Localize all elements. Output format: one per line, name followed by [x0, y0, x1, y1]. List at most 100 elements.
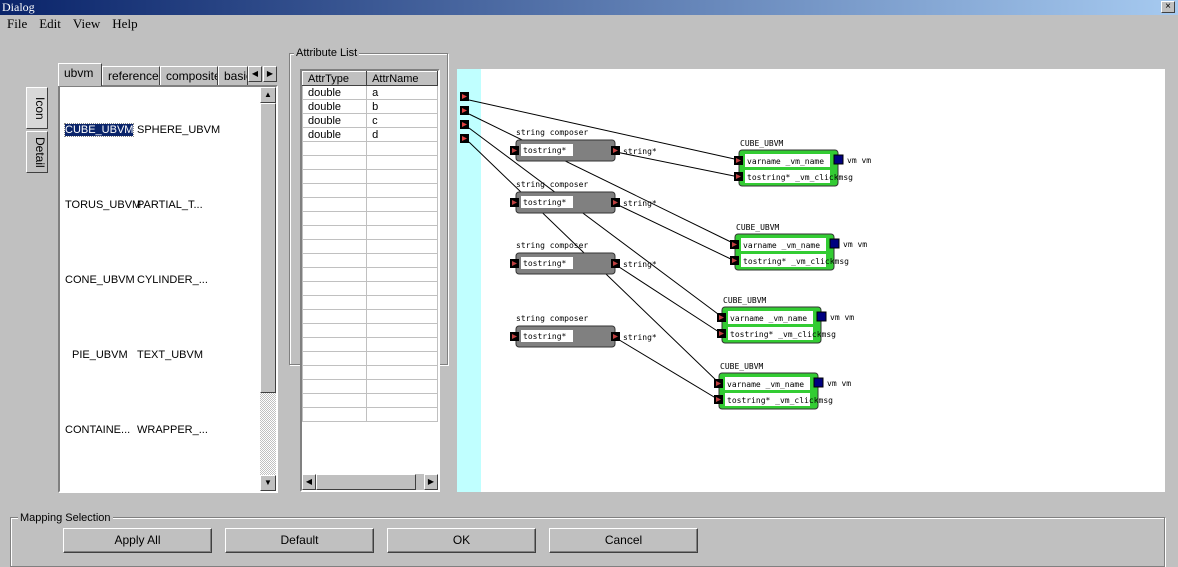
scroll-right-button[interactable]: ▶ — [424, 474, 438, 490]
column-header-attrname[interactable]: AttrName — [366, 71, 438, 86]
table-row[interactable] — [302, 183, 438, 198]
tab-detail[interactable]: Detail — [26, 131, 48, 173]
table-row[interactable] — [302, 281, 438, 296]
table-cell — [366, 239, 438, 254]
table-row[interactable] — [302, 267, 438, 282]
table-cell — [302, 393, 368, 408]
table-cell: double — [302, 113, 368, 128]
tab-scroll-left-button[interactable]: ◀ — [248, 66, 262, 82]
table-cell: c — [366, 113, 438, 128]
table-row[interactable] — [302, 379, 438, 394]
hscroll-thumb[interactable] — [316, 474, 416, 490]
composer-output-label: string* — [623, 333, 657, 342]
table-row[interactable] — [302, 169, 438, 184]
scroll-left-button[interactable]: ◀ — [302, 474, 316, 490]
table-row[interactable] — [302, 337, 438, 352]
ok-button[interactable]: OK — [387, 528, 536, 553]
table-cell — [366, 169, 438, 184]
table-row[interactable] — [302, 211, 438, 226]
table-cell: double — [302, 127, 368, 142]
table-row[interactable] — [302, 197, 438, 212]
menu-file[interactable]: File — [7, 16, 27, 31]
table-row[interactable]: double b — [302, 99, 438, 114]
source-strip — [457, 69, 481, 492]
table-row[interactable]: double c — [302, 113, 438, 128]
table-row[interactable] — [302, 141, 438, 156]
palette-scrollbar[interactable]: ▲ ▼ — [260, 87, 276, 491]
table-cell — [366, 337, 438, 352]
table-row[interactable] — [302, 155, 438, 170]
tab-scroll-right-button[interactable]: ▶ — [263, 66, 277, 82]
palette-item[interactable]: PIE_UBVM — [72, 349, 128, 361]
palette-item[interactable]: SPHERE_UBVM — [137, 124, 220, 136]
cube-vm-port[interactable] — [813, 377, 824, 388]
table-row[interactable] — [302, 407, 438, 422]
table-cell — [302, 169, 368, 184]
attribute-table: AttrType AttrName double a double b double c dou… — [300, 69, 440, 492]
cube-row-varname: varname _vm_name — [743, 241, 820, 250]
composer-input-label: tostring* — [523, 198, 567, 207]
menu-view[interactable]: View — [73, 16, 100, 31]
scroll-thumb[interactable] — [260, 103, 276, 393]
table-row[interactable] — [302, 239, 438, 254]
scroll-down-button[interactable]: ▼ — [260, 475, 276, 491]
palette-item[interactable]: CONE_UBVM — [65, 274, 135, 286]
palette-item[interactable]: CYLINDER_... — [137, 274, 208, 286]
cube-vm-port[interactable] — [829, 238, 840, 249]
palette-item[interactable]: WRAPPER_... — [137, 424, 208, 436]
table-cell — [366, 407, 438, 422]
cube-vm-port[interactable] — [816, 311, 827, 322]
cube-row-varname: varname _vm_name — [727, 380, 804, 389]
close-button[interactable]: × — [1161, 1, 1175, 13]
cube-row-clickmsg: tostring* _vm_clickmsg — [747, 173, 853, 182]
composer-output-label: string* — [623, 199, 657, 208]
palette-item[interactable]: CUBE_UBVM — [63, 123, 135, 137]
composer-output-label: string* — [623, 260, 657, 269]
palette-item[interactable]: TEXT_UBVM — [137, 349, 203, 361]
attribute-list-label: Attribute List — [294, 47, 360, 59]
tab-icon[interactable]: Icon — [26, 87, 48, 129]
mapping-graph-canvas[interactable]: string composer tostring* string* string co… — [457, 69, 1165, 492]
table-cell — [302, 253, 368, 268]
table-row[interactable] — [302, 309, 438, 324]
table-cell: double — [302, 85, 368, 100]
cube-title: CUBE_UBVM — [736, 223, 780, 232]
scroll-up-button[interactable]: ▲ — [260, 87, 276, 103]
tab-ubvm[interactable]: ubvm — [58, 63, 102, 86]
table-cell — [366, 197, 438, 212]
table-row[interactable] — [302, 225, 438, 240]
tab-basic[interactable]: basic — [218, 66, 248, 85]
cube-title: CUBE_UBVM — [720, 362, 764, 371]
apply-all-button[interactable]: Apply All — [63, 528, 212, 553]
table-row[interactable] — [302, 393, 438, 408]
cube-row-clickmsg: tostring* _vm_clickmsg — [730, 330, 836, 339]
table-cell — [366, 155, 438, 170]
table-cell — [302, 155, 368, 170]
table-cell — [302, 141, 368, 156]
table-row[interactable] — [302, 323, 438, 338]
palette-item[interactable]: TORUS_UBVM — [65, 199, 141, 211]
cube-vm-port[interactable] — [833, 154, 844, 165]
table-row[interactable] — [302, 253, 438, 268]
tab-reference[interactable]: reference — [102, 66, 160, 85]
composer-title: string composer — [516, 128, 588, 137]
menu-help[interactable]: Help — [112, 16, 137, 31]
column-header-attrtype[interactable]: AttrType — [302, 71, 368, 86]
tab-composite[interactable]: composite — [160, 66, 218, 85]
cancel-button[interactable]: Cancel — [549, 528, 698, 553]
palette-item[interactable]: CONTAINE... — [65, 424, 130, 436]
table-row[interactable]: double d — [302, 127, 438, 142]
composer-title: string composer — [516, 241, 588, 250]
palette-item[interactable]: PARTIAL_T... — [137, 199, 203, 211]
table-cell — [302, 337, 368, 352]
composer-output-label: string* — [623, 147, 657, 156]
table-row[interactable] — [302, 295, 438, 310]
table-row[interactable]: double a — [302, 85, 438, 100]
table-cell — [302, 309, 368, 324]
table-row[interactable] — [302, 365, 438, 380]
menu-edit[interactable]: Edit — [39, 16, 61, 31]
table-cell — [302, 267, 368, 282]
horizontal-scrollbar[interactable]: ◀ ▶ — [302, 474, 438, 490]
table-row[interactable] — [302, 351, 438, 366]
default-button[interactable]: Default — [225, 528, 374, 553]
